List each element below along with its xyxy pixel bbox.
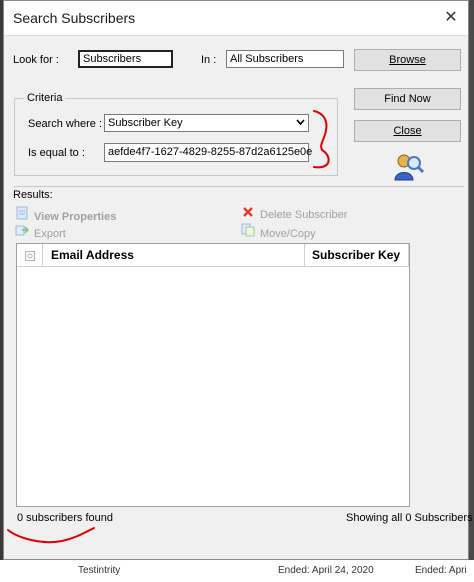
search-where-label: Search where :	[28, 118, 102, 130]
close-icon[interactable]: ✕	[440, 7, 462, 29]
is-equal-label: Is equal to :	[28, 147, 85, 159]
move-copy-icon	[240, 223, 256, 240]
criteria-legend: Criteria	[24, 92, 66, 104]
export-icon	[14, 223, 30, 240]
search-where-select[interactable]: Subscriber Key	[104, 114, 309, 132]
select-all-icon[interactable]	[24, 248, 36, 262]
delete-icon	[240, 206, 256, 221]
export-action[interactable]: Export	[14, 223, 66, 240]
view-properties-label: View Properties	[34, 211, 117, 223]
background-text-left: Testintrity	[78, 565, 121, 576]
background-text-far-right: Ended: Apri	[415, 565, 467, 576]
view-properties-icon	[14, 206, 30, 223]
criteria-group	[14, 98, 338, 176]
close-button[interactable]: Close	[354, 120, 461, 142]
column-subscriber-key[interactable]: Subscriber Key	[305, 244, 409, 266]
title-bar: Search Subscribers ✕	[4, 1, 468, 36]
delete-subscriber-label: Delete Subscriber	[260, 209, 348, 221]
move-copy-label: Move/Copy	[260, 228, 316, 240]
results-label: Results:	[13, 189, 53, 201]
dialog-title: Search Subscribers	[13, 10, 136, 26]
look-for-label: Look for :	[13, 54, 59, 66]
grid-header: Email Address Subscriber Key	[17, 244, 409, 267]
find-now-button[interactable]: Find Now	[354, 88, 461, 110]
search-people-icon	[392, 151, 425, 183]
results-separator	[14, 186, 464, 187]
dropdown-arrow-icon[interactable]	[296, 115, 305, 133]
status-showing: Showing all 0 Subscribers	[346, 512, 473, 524]
in-label: In :	[201, 54, 217, 66]
background-app-strip	[0, 560, 474, 582]
status-count: 0 subscribers found	[17, 512, 113, 524]
delete-subscriber-action[interactable]: Delete Subscriber	[240, 206, 347, 221]
find-now-button-label: Find Now	[384, 93, 431, 105]
browse-button-label: Browse	[389, 54, 426, 66]
column-email-address[interactable]: Email Address	[43, 244, 305, 266]
browse-button[interactable]: Browse	[354, 49, 461, 71]
move-copy-action[interactable]: Move/Copy	[240, 223, 316, 240]
status-bar: 0 subscribers found Showing all 0 Subscr…	[14, 508, 473, 528]
close-button-label: Close	[393, 125, 422, 137]
background-text-right: Ended: April 24, 2020	[278, 565, 374, 576]
select-all-cell[interactable]	[17, 244, 43, 266]
is-equal-field[interactable]: aefde4f7-1627-4829-8255-87d2a6125e0e	[104, 143, 312, 162]
look-for-field[interactable]: Subscribers	[78, 50, 173, 68]
in-field[interactable]: All Subscribers	[226, 50, 344, 68]
view-properties-action[interactable]: View Properties	[14, 206, 116, 223]
search-subscribers-dialog: Search Subscribers ✕ Look for : Subscrib…	[3, 0, 473, 560]
export-label: Export	[34, 228, 66, 240]
results-grid[interactable]: Email Address Subscriber Key	[16, 243, 410, 507]
search-where-value: Subscriber Key	[108, 117, 183, 129]
